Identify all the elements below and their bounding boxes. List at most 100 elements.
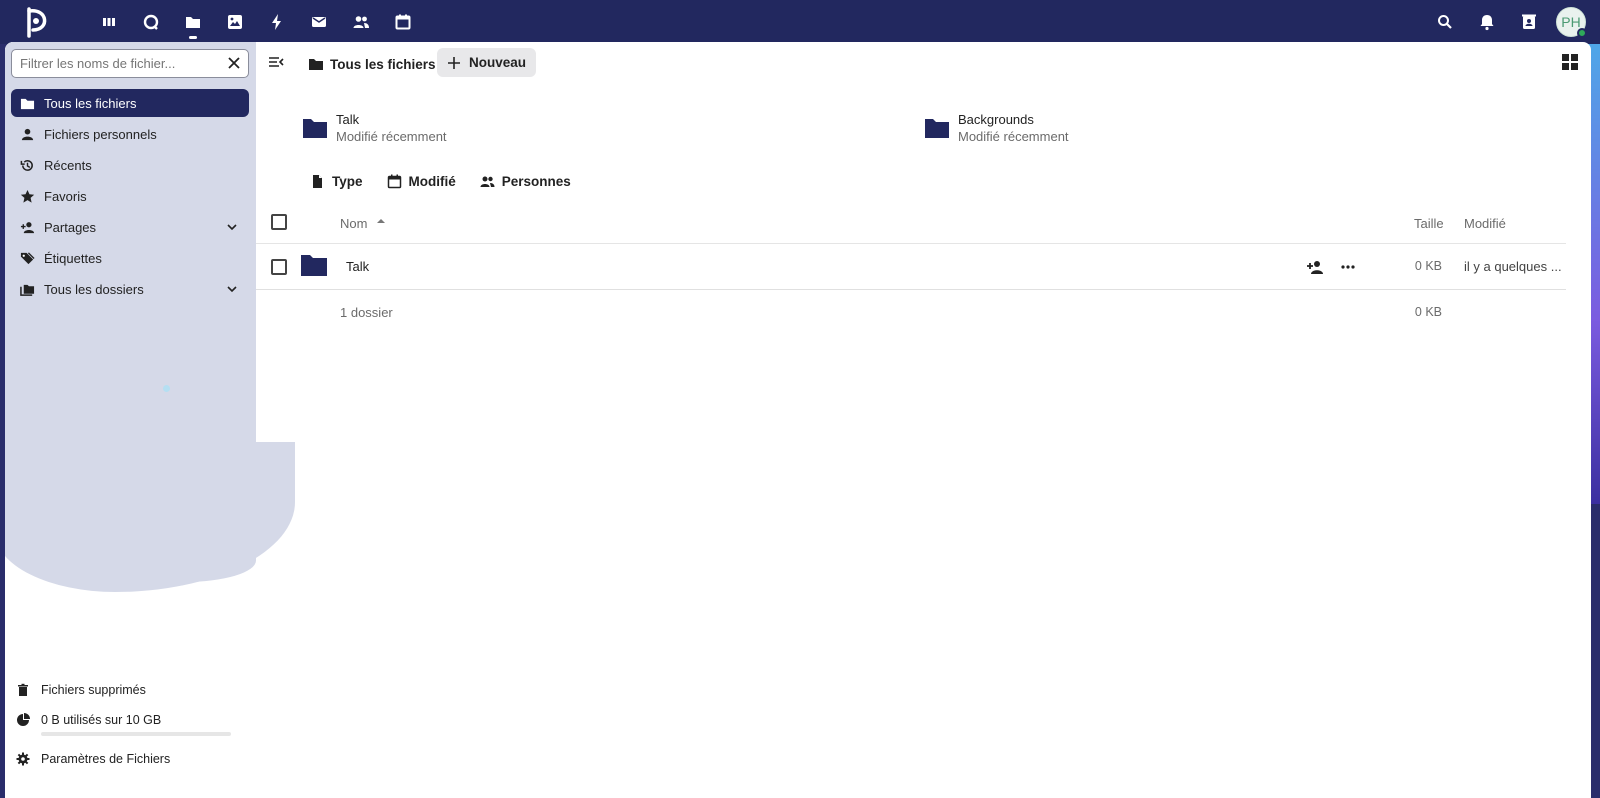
quota-info: 0 B utilisés sur 10 GB (15, 709, 245, 731)
sidebar-item-label: Favoris (44, 188, 87, 204)
new-button[interactable]: Nouveau (437, 48, 537, 77)
app-content: Tous les fichiers Fichiers personnels Ré… (5, 42, 1591, 798)
recent-item[interactable]: Talk Modifié récemment (302, 112, 447, 144)
folder-multiple-icon (19, 281, 35, 297)
recent-item-name: Talk (336, 112, 360, 127)
modified-filter-label: Modifié (408, 174, 456, 189)
photos-icon[interactable] (214, 8, 256, 36)
quota-progress-bar (41, 732, 231, 736)
file-icon (313, 175, 322, 188)
sidebar-item-all-folders[interactable]: Tous les dossiers (11, 275, 249, 303)
folder-icon (925, 119, 949, 138)
history-icon (19, 157, 35, 173)
chevron-down-icon[interactable] (225, 220, 239, 234)
app-menu (88, 8, 424, 39)
summary-size: 0 KB (1414, 305, 1442, 319)
calendar-icon (387, 174, 401, 189)
sidebar-item-label: Tous les fichiers (44, 95, 137, 111)
user-avatar[interactable]: PH (1556, 7, 1587, 38)
table-summary: 1 dossier 0 KB (256, 290, 1566, 334)
sidebar-item-personal-files[interactable]: Fichiers personnels (11, 120, 249, 148)
avatar-initials: PH (1561, 14, 1581, 30)
summary-count: 1 dossier (340, 305, 393, 320)
gear-icon (15, 751, 31, 767)
sidebar-footer: Fichiers supprimés 0 B utilisés sur 10 G… (15, 679, 245, 770)
more-options-icon[interactable] (1339, 258, 1357, 276)
table-header: Nom Taille Modifié (256, 202, 1566, 244)
share-icon[interactable] (1306, 258, 1324, 276)
breadcrumb[interactable]: Tous les fichiers (308, 50, 436, 78)
recent-item-subtitle: Modifié récemment (958, 129, 1069, 144)
sidebar-nav: Tous les fichiers Fichiers personnels Ré… (11, 89, 249, 306)
files-main: Tous les fichiers Nouveau Talk Modifié r… (256, 42, 1591, 798)
pie-chart-icon (15, 712, 31, 728)
sidebar-item-label: Étiquettes (44, 250, 102, 266)
sidebar-item-all-files[interactable]: Tous les fichiers (11, 89, 249, 117)
search-icon[interactable] (1424, 6, 1466, 38)
online-status-badge (1577, 28, 1587, 38)
sidebar-item-recent[interactable]: Récents (11, 151, 249, 179)
folder-icon (301, 255, 327, 276)
filter-chips: Type Modifié Personnes (310, 174, 595, 189)
file-name[interactable]: Talk (346, 259, 369, 274)
dashboard-icon[interactable] (88, 8, 130, 36)
plus-icon (448, 56, 460, 69)
nextcloud-logo[interactable] (20, 4, 52, 40)
row-checkbox[interactable] (271, 259, 287, 275)
talk-icon[interactable] (130, 8, 172, 36)
modified-filter[interactable]: Modifié (387, 174, 456, 189)
files-settings-link[interactable]: Paramètres de Fichiers (15, 748, 245, 770)
folder-icon (19, 95, 35, 111)
column-name-header[interactable]: Nom (340, 216, 367, 231)
breadcrumb-label: Tous les fichiers (330, 56, 436, 72)
folder-icon (303, 119, 327, 138)
sort-ascending-icon[interactable] (374, 214, 388, 228)
trash-icon (15, 682, 31, 698)
sidebar-item-label: Fichiers personnels (44, 126, 157, 142)
person-icon (19, 126, 35, 142)
folder-icon (309, 59, 323, 70)
mail-icon[interactable] (298, 8, 340, 36)
activity-icon[interactable] (256, 8, 298, 36)
type-filter[interactable]: Type (310, 174, 363, 189)
close-icon[interactable] (226, 55, 242, 71)
sidebar-item-label: Tous les dossiers (44, 281, 144, 297)
people-icon (480, 176, 495, 187)
settings-label: Paramètres de Fichiers (41, 752, 171, 766)
menu-collapse-icon[interactable] (266, 52, 286, 72)
share-icon (19, 219, 35, 235)
decorative-dot (163, 385, 170, 392)
files-toolbar: Tous les fichiers Nouveau (256, 42, 1591, 84)
sidebar-item-favorites[interactable]: Favoris (11, 182, 249, 210)
table-row[interactable]: Talk 0 KB il y a quelques ... (256, 244, 1566, 290)
sidebar-item-shares[interactable]: Partages (11, 213, 249, 241)
grid-view-icon[interactable] (1561, 53, 1579, 71)
file-modified: il y a quelques ... (1464, 259, 1562, 274)
sidebar-item-tags[interactable]: Étiquettes (11, 244, 249, 272)
sidebar-item-label: Récents (44, 157, 92, 173)
top-bar: PH (0, 0, 1600, 44)
tags-icon (19, 250, 35, 266)
files-sidebar: Tous les fichiers Fichiers personnels Ré… (5, 42, 295, 798)
chevron-down-icon[interactable] (225, 282, 239, 296)
contacts-icon[interactable] (340, 8, 382, 36)
bell-icon[interactable] (1466, 6, 1508, 38)
trash-link[interactable]: Fichiers supprimés (15, 679, 245, 701)
people-filter[interactable]: Personnes (480, 174, 571, 189)
people-filter-label: Personnes (501, 174, 571, 189)
column-size-header[interactable]: Taille (1414, 216, 1444, 231)
recent-item[interactable]: Backgrounds Modifié récemment (924, 112, 1069, 144)
star-icon (19, 188, 35, 204)
calendar-icon[interactable] (382, 8, 424, 36)
header-actions: PH (1424, 6, 1600, 38)
new-button-label: Nouveau (469, 55, 527, 70)
column-modified-header[interactable]: Modifié (1464, 216, 1506, 231)
select-all-checkbox[interactable] (271, 214, 287, 230)
files-icon[interactable] (172, 8, 214, 39)
recent-item-name: Backgrounds (958, 112, 1034, 127)
filter-input[interactable] (20, 56, 210, 71)
filter-box (11, 49, 249, 78)
contacts-menu-icon[interactable] (1508, 6, 1550, 38)
quota-label: 0 B utilisés sur 10 GB (41, 713, 162, 727)
trash-label: Fichiers supprimés (41, 683, 146, 697)
